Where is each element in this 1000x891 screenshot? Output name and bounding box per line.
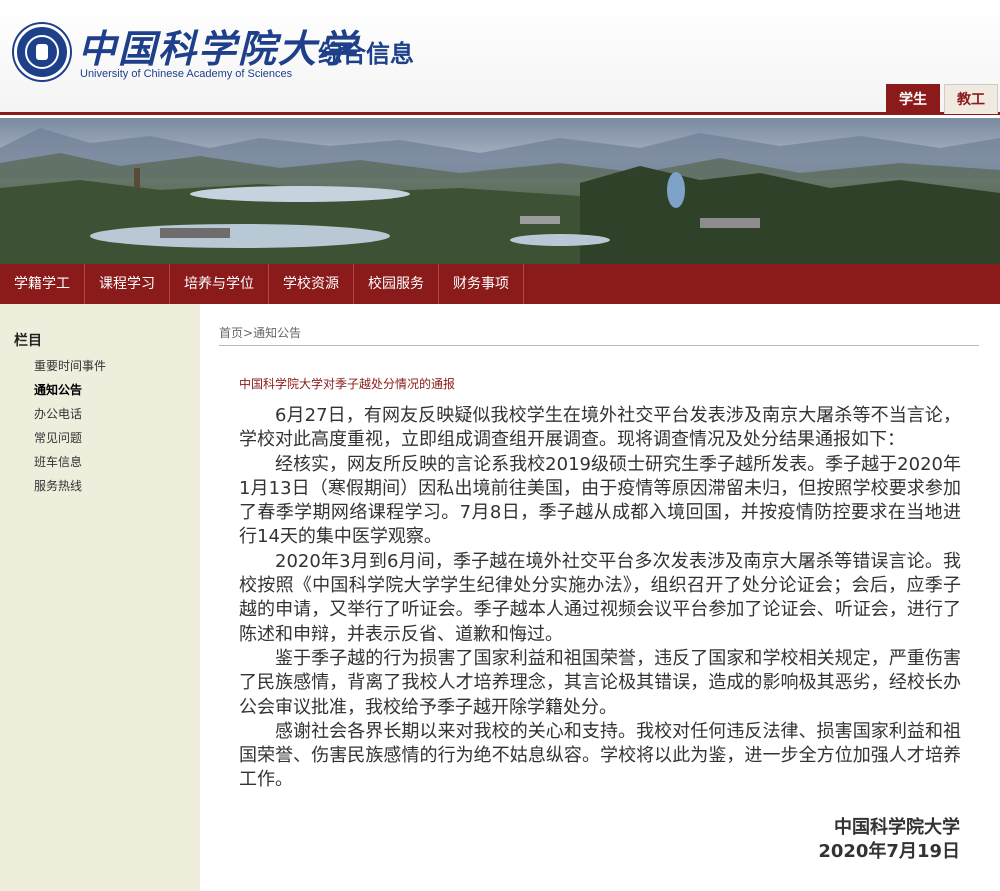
sidebar-item-service-hotline[interactable]: 服务热线: [34, 474, 106, 498]
campus-banner-image: [0, 118, 1000, 264]
nav-campus-services[interactable]: 校园服务: [354, 264, 439, 304]
nav-courses[interactable]: 课程学习: [85, 264, 170, 304]
sidebar-item-faq[interactable]: 常见问题: [34, 426, 106, 450]
tab-staff[interactable]: 教工: [944, 84, 998, 114]
campus-landscape-illustration: [0, 128, 1000, 264]
nav-school-resources[interactable]: 学校资源: [269, 264, 354, 304]
sidebar-item-notices[interactable]: 通知公告: [34, 378, 106, 402]
breadcrumb: 首页>通知公告: [219, 324, 301, 341]
breadcrumb-separator: >: [243, 326, 254, 340]
article-paragraph: 6月27日，有网友反映疑似我校学生在境外社交平台发表涉及南京大屠杀等不当言论，学…: [239, 405, 961, 451]
article-body: 6月27日，有网友反映疑似我校学生在境外社交平台发表涉及南京大屠杀等不当言论，学…: [239, 404, 961, 793]
site-title: 综合信息: [318, 40, 414, 68]
logo-english-name[interactable]: University of Chinese Academy of Science…: [80, 68, 292, 80]
university-seal-icon[interactable]: [14, 24, 70, 80]
logo-chinese-name[interactable]: 中国科学院大学: [78, 18, 358, 73]
nav-student-affairs[interactable]: 学籍学工: [0, 264, 85, 304]
breadcrumb-current-link[interactable]: 通知公告: [253, 326, 301, 340]
nav-finance[interactable]: 财务事项: [439, 264, 524, 304]
tab-student[interactable]: 学生: [886, 84, 940, 114]
article-signature-block: 中国科学院大学 2020年7月19日: [818, 816, 960, 864]
article-signature: 中国科学院大学: [834, 817, 960, 838]
sidebar-item-shuttle-bus[interactable]: 班车信息: [34, 450, 106, 474]
sidebar-title: 栏目: [14, 333, 42, 349]
article-paragraph: 经核实，网友所反映的言论系我校2019级硕士研究生季子越所发表。季子越于2020…: [239, 453, 961, 548]
article-paragraph: 鉴于季子越的行为损害了国家利益和祖国荣誉，违反了国家和学校相关规定，严重伤害了民…: [239, 647, 961, 718]
breadcrumb-divider: [219, 345, 979, 346]
nav-training-degree[interactable]: 培养与学位: [170, 264, 269, 304]
article-paragraph: 2020年3月到6月间，季子越在境外社交平台多次发表涉及南京大屠杀等错误言论。我…: [239, 550, 961, 645]
main-content: 首页>通知公告 中国科学院大学对季子越处分情况的通报 6月27日，有网友反映疑似…: [200, 304, 1000, 891]
sidebar: 栏目 重要时间事件 通知公告 办公电话 常见问题 班车信息 服务热线: [0, 304, 200, 891]
role-tabs: 学生 教工: [882, 84, 998, 114]
article-date: 2020年7月19日: [818, 841, 960, 862]
sidebar-list: 重要时间事件 通知公告 办公电话 常见问题 班车信息 服务热线: [34, 354, 106, 498]
sidebar-item-office-phones[interactable]: 办公电话: [34, 402, 106, 426]
breadcrumb-home-link[interactable]: 首页: [219, 326, 243, 340]
article-paragraph: 感谢社会各界长期以来对我校的关心和支持。我校对任何违反法律、损害国家利益和祖国荣…: [239, 720, 961, 791]
site-header: 中国科学院大学 University of Chinese Academy of…: [0, 0, 1000, 115]
article-title: 中国科学院大学对季子越处分情况的通报: [239, 377, 456, 391]
sidebar-item-important-events[interactable]: 重要时间事件: [34, 354, 106, 378]
main-nav: 学籍学工 课程学习 培养与学位 学校资源 校园服务 财务事项: [0, 264, 1000, 304]
